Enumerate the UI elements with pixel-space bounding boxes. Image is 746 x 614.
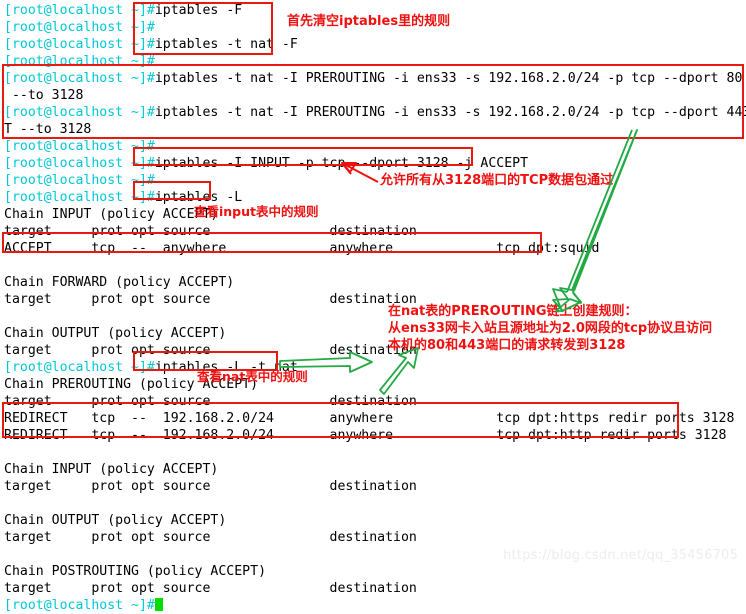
watermark: https://blog.csdn.net/qq_35456705 bbox=[503, 548, 738, 563]
terminal-line-text: iptables -t nat -I PREROUTING -i ens33 -… bbox=[154, 71, 743, 86]
annotation-view-input: 查看input表中的规则 bbox=[194, 204, 319, 219]
terminal-line-text: REDIRECT tcp -- 192.168.2.0/24 anywhere … bbox=[4, 428, 727, 443]
terminal-line-text: Chain FORWARD (policy ACCEPT) bbox=[4, 275, 235, 290]
terminal-line: T --to 3128 bbox=[4, 121, 91, 138]
shell-prompt: [root@localhost ~]# bbox=[4, 156, 155, 171]
terminal-line: [root@localhost ~]#iptables -t nat -I PR… bbox=[4, 70, 746, 87]
terminal-line-active[interactable]: [root@localhost ~]# bbox=[4, 597, 163, 614]
terminal-line: target prot opt source destination bbox=[4, 478, 417, 495]
terminal-line: Chain INPUT (policy ACCEPT) bbox=[4, 461, 218, 478]
terminal-line-text: --to 3128 bbox=[4, 88, 84, 103]
terminal-line-text: Chain INPUT (policy ACCEPT) bbox=[4, 462, 219, 477]
shell-prompt: [root@localhost ~]# bbox=[4, 20, 155, 35]
terminal-line-text: iptables -I INPUT -p tcp --dport 3128 -j… bbox=[154, 156, 529, 171]
annotation-flush-rules: 首先清空iptables里的规则 bbox=[287, 14, 451, 29]
terminal-line: REDIRECT tcp -- 192.168.2.0/24 anywhere … bbox=[4, 410, 734, 427]
terminal-line-text: iptables -t nat -I PREROUTING -i ens33 -… bbox=[154, 105, 746, 120]
annotation-view-nat: 查看nat表中的规则 bbox=[197, 369, 308, 384]
terminal-line-text: target prot opt source destination bbox=[4, 292, 417, 307]
terminal-line-text: ACCEPT tcp -- anywhere anywhere tcp dpt:… bbox=[4, 241, 600, 256]
shell-prompt: [root@localhost ~]# bbox=[4, 71, 155, 86]
terminal-line-text: Chain INPUT (policy ACCEPT) bbox=[4, 207, 219, 222]
terminal-line-text: target prot opt source destination bbox=[4, 479, 417, 494]
terminal-line: [root@localhost ~]# bbox=[4, 172, 155, 189]
shell-prompt: [root@localhost ~]# bbox=[4, 3, 155, 18]
annotation-nat-desc-line2: 从ens33网卡入站且源地址为2.0网段的tcp协议且访问 bbox=[388, 321, 713, 336]
shell-prompt: [root@localhost ~]# bbox=[4, 190, 155, 205]
terminal-line: [root@localhost ~]#iptables -I INPUT -p … bbox=[4, 155, 528, 172]
terminal-line: Chain OUTPUT (policy ACCEPT) bbox=[4, 325, 226, 342]
shell-prompt: [root@localhost ~]# bbox=[4, 54, 155, 69]
terminal-line: Chain OUTPUT (policy ACCEPT) bbox=[4, 512, 226, 529]
terminal-line-text: iptables -F bbox=[154, 3, 243, 18]
annotation-nat-desc-line1: 在nat表的PREROUTING链上创建规则： bbox=[388, 304, 638, 319]
terminal-line-text: T --to 3128 bbox=[4, 122, 92, 137]
terminal-line-text: Chain OUTPUT (policy ACCEPT) bbox=[4, 513, 227, 528]
terminal-line: [root@localhost ~]# bbox=[4, 138, 155, 155]
terminal-line: target prot opt source destination bbox=[4, 393, 417, 410]
terminal-line: target prot opt source destination bbox=[4, 580, 417, 597]
terminal-line: ACCEPT tcp -- anywhere anywhere tcp dpt:… bbox=[4, 240, 599, 257]
terminal-line: [root@localhost ~]#iptables -t nat -F bbox=[4, 36, 298, 53]
terminal-line: Chain INPUT (policy ACCEPT) bbox=[4, 206, 218, 223]
terminal-line: [root@localhost ~]# bbox=[4, 53, 155, 70]
terminal-line: target prot opt source destination bbox=[4, 291, 417, 308]
terminal-line: Chain POSTROUTING (policy ACCEPT) bbox=[4, 563, 266, 580]
terminal-line: --to 3128 bbox=[4, 87, 83, 104]
terminal-line-text: target prot opt source destination bbox=[4, 530, 417, 545]
terminal-line: [root@localhost ~]#iptables -F bbox=[4, 2, 242, 19]
shell-prompt: [root@localhost ~]# bbox=[4, 37, 155, 52]
terminal-line-text: iptables -t nat -F bbox=[154, 37, 298, 52]
shell-prompt: [root@localhost ~]# bbox=[4, 598, 155, 613]
shell-prompt: [root@localhost ~]# bbox=[4, 173, 155, 188]
shell-prompt: [root@localhost ~]# bbox=[4, 360, 155, 375]
terminal-line-text: REDIRECT tcp -- 192.168.2.0/24 anywhere … bbox=[4, 411, 735, 426]
terminal-line-text: Chain OUTPUT (policy ACCEPT) bbox=[4, 326, 227, 341]
terminal-line-text: target prot opt source destination bbox=[4, 394, 417, 409]
terminal-line-text: target prot opt source destination bbox=[4, 581, 417, 596]
terminal-cursor bbox=[154, 598, 163, 611]
terminal-window[interactable]: [root@localhost ~]#iptables -F [root@loca… bbox=[0, 0, 746, 613]
terminal-line: target prot opt source destination bbox=[4, 223, 417, 240]
terminal-line-text: target prot opt source destination bbox=[4, 343, 417, 358]
terminal-line-text: Chain POSTROUTING (policy ACCEPT) bbox=[4, 564, 267, 579]
annotation-nat-desc-line3: 本机的80和443端口的请求转发到3128 bbox=[388, 338, 626, 353]
shell-prompt: [root@localhost ~]# bbox=[4, 139, 155, 154]
terminal-line: [root@localhost ~]#iptables -t nat -I PR… bbox=[4, 104, 746, 121]
shell-prompt: [root@localhost ~]# bbox=[4, 105, 155, 120]
annotation-allow-3128: 允许所有从3128端口的TCP数据包通过 bbox=[380, 173, 614, 188]
terminal-line: [root@localhost ~]# bbox=[4, 19, 155, 36]
terminal-line: REDIRECT tcp -- 192.168.2.0/24 anywhere … bbox=[4, 427, 727, 444]
terminal-line: target prot opt source destination bbox=[4, 342, 417, 359]
terminal-line: target prot opt source destination bbox=[4, 529, 417, 546]
terminal-line-text: target prot opt source destination bbox=[4, 224, 417, 239]
terminal-line: Chain FORWARD (policy ACCEPT) bbox=[4, 274, 234, 291]
